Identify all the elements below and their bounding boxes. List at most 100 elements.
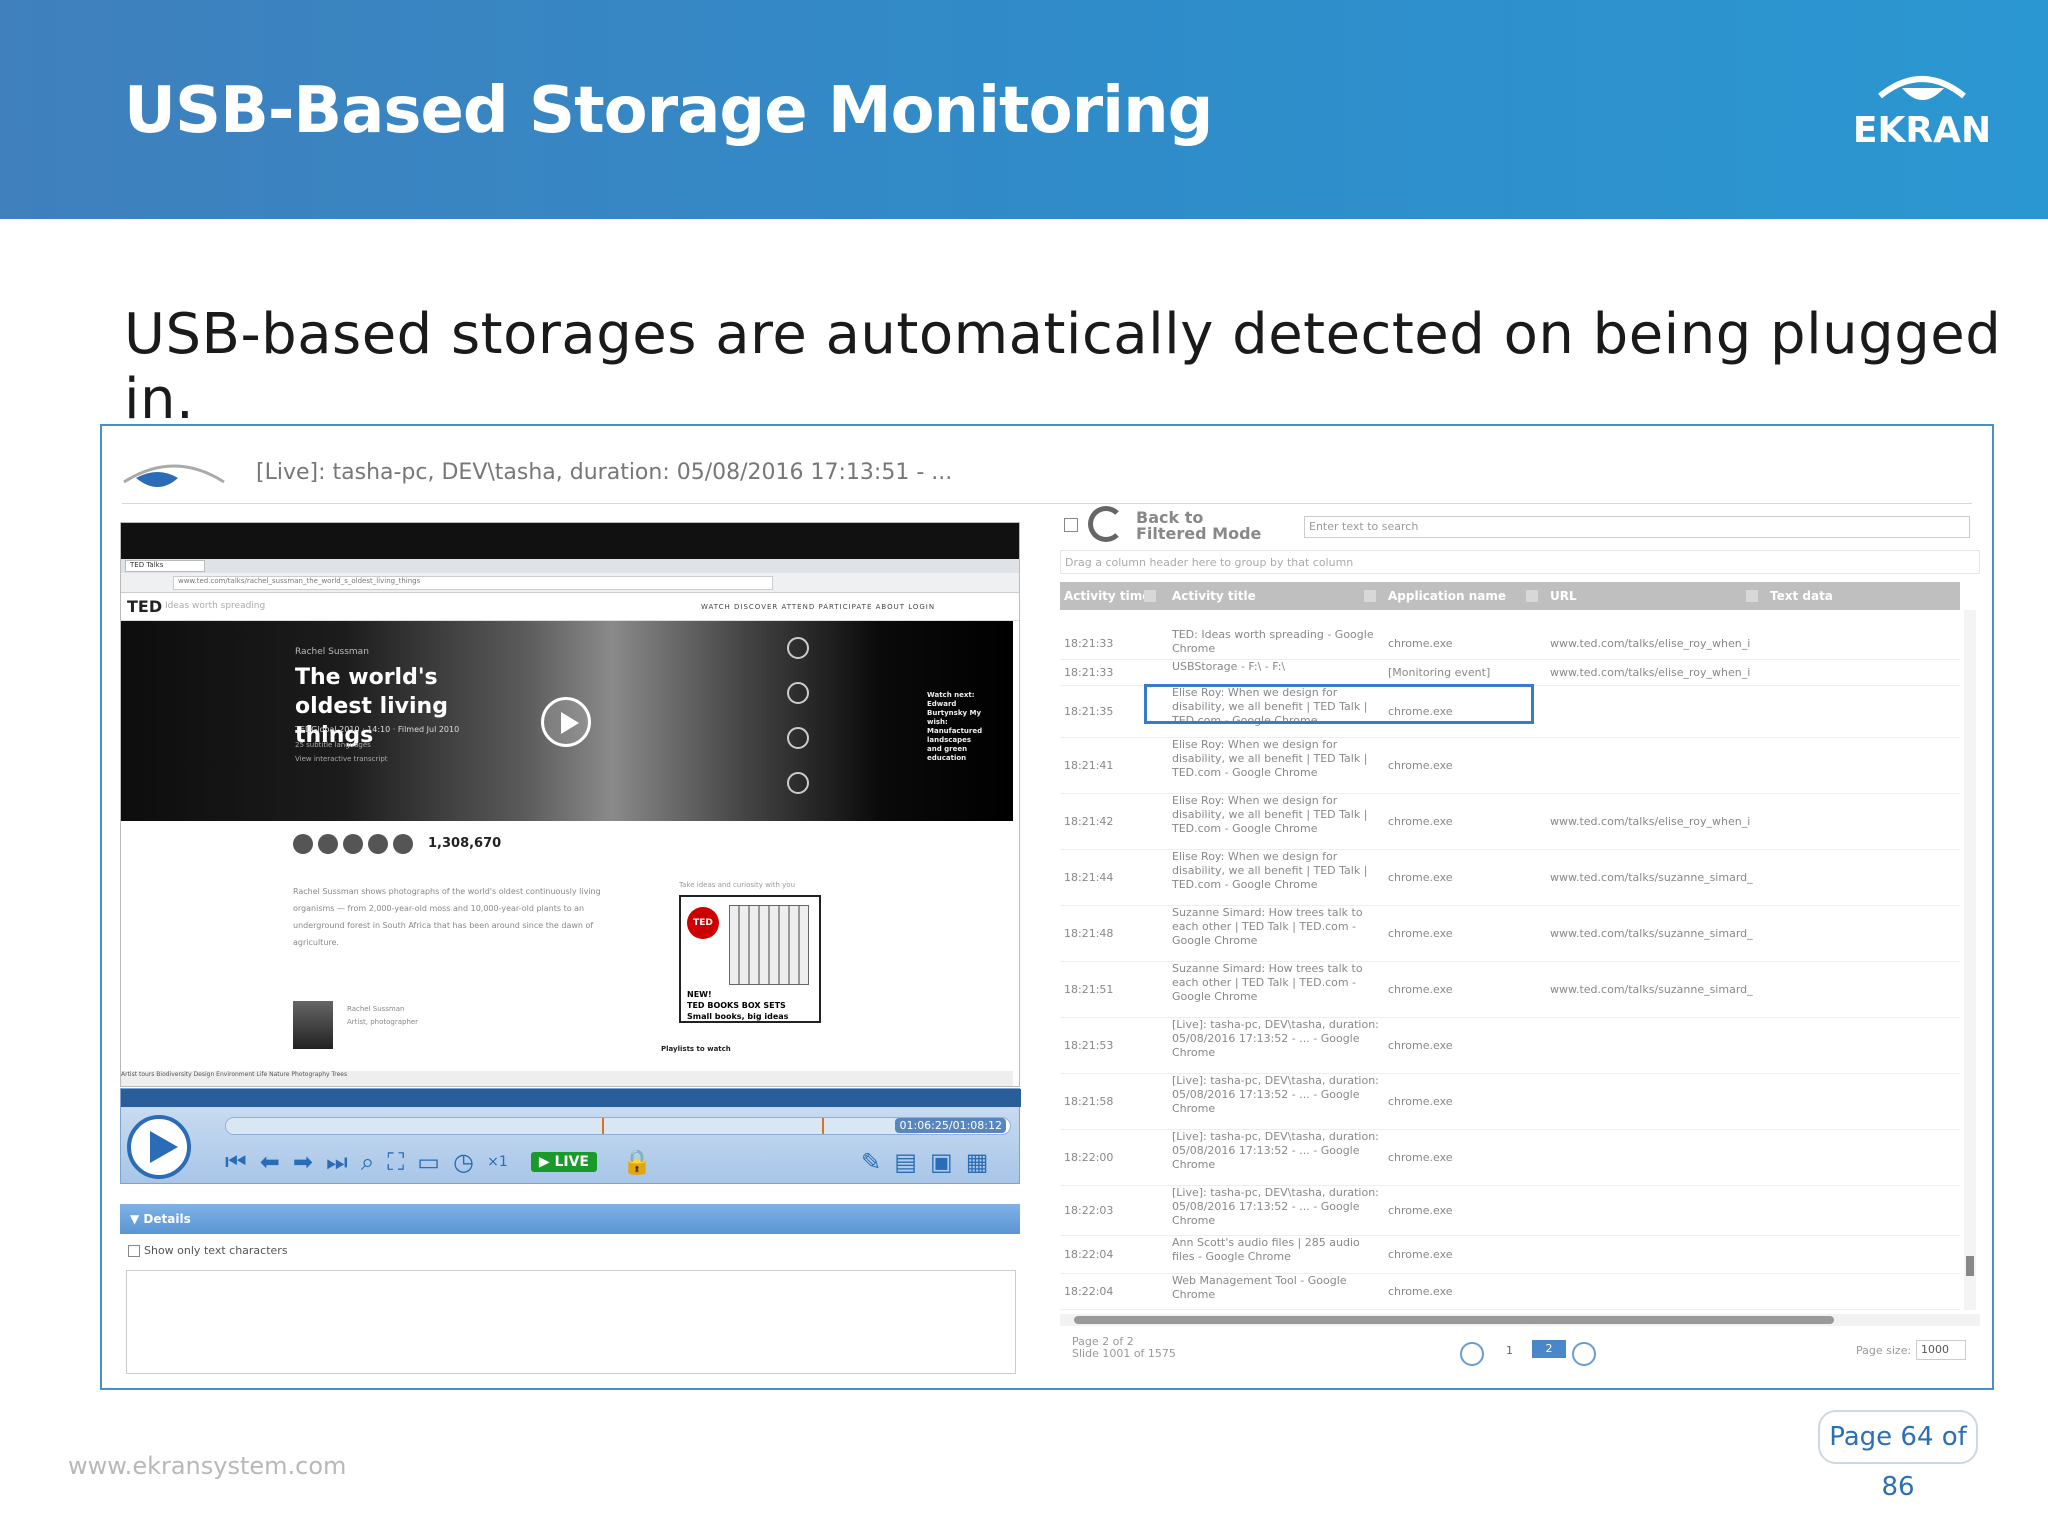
prev-page-icon[interactable] [1460,1342,1484,1366]
view-count: 1,308,670 [428,836,502,851]
table-row[interactable]: 18:22:00 [Live]: tasha-pc, DEV\tasha, dur… [1060,1130,1960,1186]
timeline-slider[interactable]: 01:06:25/01:08:12 [225,1117,1011,1135]
video-frame[interactable]: TED Talks www.ted.com/talks/rachel_sussm… [120,522,1020,1087]
table-row[interactable]: 18:21:58 [Live]: tasha-pc, DEV\tasha, dur… [1060,1074,1960,1130]
export-icon[interactable]: ▦ [966,1147,989,1177]
cell-activity-title: [Live]: tasha-pc, DEV\tasha, duration: 0… [1172,1074,1379,1115]
cell-application-name: chrome.exe [1388,871,1453,884]
lock-icon[interactable]: 🔒 [622,1147,652,1177]
next-page-icon[interactable] [1572,1342,1596,1366]
cell-activity-time: 18:21:53 [1064,1039,1114,1052]
browser-url: www.ted.com/talks/rachel_sussman_the_wor… [173,576,773,590]
playlist-heading: Playlists to watch [661,1045,731,1053]
cell-url: www.ted.com/talks/suzanne_simard_ [1550,927,1753,940]
table-row[interactable]: 18:22:03 [Live]: tasha-pc, DEV\tasha, dur… [1060,1186,1960,1236]
back-to-filtered-button[interactable]: Back to Filtered Mode [1136,510,1276,542]
text-only-label: Show only text characters [144,1244,288,1257]
website-url: www.ekransystem.com [68,1452,347,1480]
print-icon[interactable]: ▤ [894,1147,917,1177]
cell-activity-title: TED: Ideas worth spreading - Google Chro… [1172,628,1374,655]
cell-activity-time: 18:22:04 [1064,1285,1114,1298]
cell-application-name: chrome.exe [1388,1151,1453,1164]
filter-icon[interactable] [1364,590,1376,602]
slide-banner: USB-Based Storage Monitoring EKRAN [0,0,2048,219]
eye-icon [123,464,225,487]
page-size-label: Page size: [1856,1344,1912,1357]
talk-transcript: View interactive transcript [295,755,388,763]
slide-subtitle: USB-based storages are automatically det… [124,302,2002,432]
text-only-checkbox[interactable] [128,1245,140,1257]
table-row[interactable]: 18:22:04 Web Management Tool - Google Chr… [1060,1274,1960,1310]
zoom-icon[interactable]: ⌕ [361,1147,374,1177]
group-by-area[interactable]: Drag a column header here to group by th… [1060,550,1980,574]
table-row[interactable]: 18:21:53 [Live]: tasha-pc, DEV\tasha, dur… [1060,1018,1960,1074]
cell-activity-time: 18:22:04 [1064,1248,1114,1261]
browser-tab: TED Talks [125,560,205,572]
horizontal-scroll-thumb[interactable] [1074,1316,1834,1324]
column-text-data[interactable]: Text data [1770,582,1833,610]
grid-menu-icon[interactable] [1064,518,1078,532]
table-row[interactable]: 18:21:41 Elise Roy: When we design for di… [1060,738,1960,794]
speed-icon[interactable]: ◷ [453,1147,474,1177]
skip-start-icon[interactable]: ⏮ [225,1147,247,1177]
like-icon [318,833,338,854]
column-application-name[interactable]: Application name [1388,582,1506,610]
pin-icon[interactable]: ✎ [861,1147,881,1177]
horizontal-scrollbar[interactable] [1060,1314,1980,1326]
details-panel-header[interactable]: ▼ Details [120,1204,1020,1234]
filter-icon[interactable] [1746,590,1758,602]
cell-activity-time: 18:22:00 [1064,1151,1114,1164]
details-text-area[interactable] [126,1270,1016,1374]
step-forward-icon[interactable]: ➡ [293,1147,313,1177]
table-row[interactable]: 18:22:04 Ann Scott's audio files | 285 au… [1060,1236,1960,1274]
step-back-icon[interactable]: ⬅ [260,1147,280,1177]
speaker-name: Rachel Sussman [295,647,369,657]
table-row[interactable]: 18:21:33 USBStorage - F:\ - F:\ [Monitorin… [1060,660,1960,686]
fit-screen-icon[interactable]: ⛶ [387,1147,404,1177]
talk-meta: TEDGlobal 2010 · 14:10 · Filmed Jul 2010 [295,725,460,734]
cell-activity-time: 18:22:03 [1064,1204,1114,1217]
vertical-scroll-thumb[interactable] [1966,1256,1974,1276]
filter-icon[interactable] [1526,590,1538,602]
vertical-scrollbar[interactable] [1964,610,1976,1310]
ted-books-ad: TED NEW! TED BOOKS BOX SETS Small books,… [679,895,821,1023]
page-link[interactable]: 1 [1506,1344,1513,1357]
monitor-icon[interactable]: ▭ [417,1147,440,1177]
cell-activity-time: 18:21:35 [1064,705,1114,718]
table-row[interactable]: 18:21:33 TED: Ideas worth spreading - Goo… [1060,628,1960,660]
cell-activity-title: Elise Roy: When we design for disability… [1172,738,1368,779]
save-icon[interactable]: ▣ [930,1147,953,1177]
column-activity-time[interactable]: Activity time [1064,582,1150,610]
video-top-bar [121,523,1019,559]
live-button[interactable]: ▶ LIVE [530,1152,597,1172]
table-row[interactable]: 18:21:42 Elise Roy: When we design for di… [1060,794,1960,850]
comment-icon [343,833,363,854]
filter-icon[interactable] [1144,590,1156,602]
column-activity-title[interactable]: Activity title [1172,582,1256,610]
cell-url: www.ted.com/talks/elise_roy_when_i [1550,666,1751,679]
cell-url: www.ted.com/talks/elise_roy_when_i [1550,815,1751,828]
table-row[interactable]: 18:21:44 Elise Roy: When we design for di… [1060,850,1960,906]
timeline-marker [821,1118,824,1134]
cell-activity-time: 18:21:58 [1064,1095,1114,1108]
watch-next: Watch next: Edward Burtynsky My wish: Ma… [927,691,983,762]
ad-caption: Take ideas and curiosity with you [679,881,796,889]
text-only-checkbox-row[interactable]: Show only text characters [128,1244,288,1257]
refresh-icon[interactable] [1088,506,1124,542]
speed-value: ×1 [487,1154,508,1170]
play-button[interactable] [127,1115,191,1179]
table-row[interactable]: 18:21:51 Suzanne Simard: How trees talk t… [1060,962,1960,1018]
session-player: TED Talks www.ted.com/talks/rachel_sussm… [120,522,1021,1382]
column-url[interactable]: URL [1550,582,1577,610]
cell-application-name: chrome.exe [1388,927,1453,940]
cell-application-name: chrome.exe [1388,1204,1453,1217]
hero-side-icons [787,637,817,817]
table-row[interactable]: 18:21:48 Suzanne Simard: How trees talk t… [1060,906,1960,962]
skip-end-icon[interactable]: ⏭ [326,1147,348,1177]
page-size-select[interactable]: 1000 [1916,1340,1966,1360]
cell-url: www.ted.com/talks/elise_roy_when_i [1550,637,1751,650]
browser-tab-bar: TED Talks [121,559,1019,573]
current-page[interactable]: 2 [1532,1340,1566,1358]
cell-url: www.ted.com/talks/suzanne_simard_ [1550,871,1753,884]
grid-search-input[interactable]: Enter text to search [1304,516,1970,538]
